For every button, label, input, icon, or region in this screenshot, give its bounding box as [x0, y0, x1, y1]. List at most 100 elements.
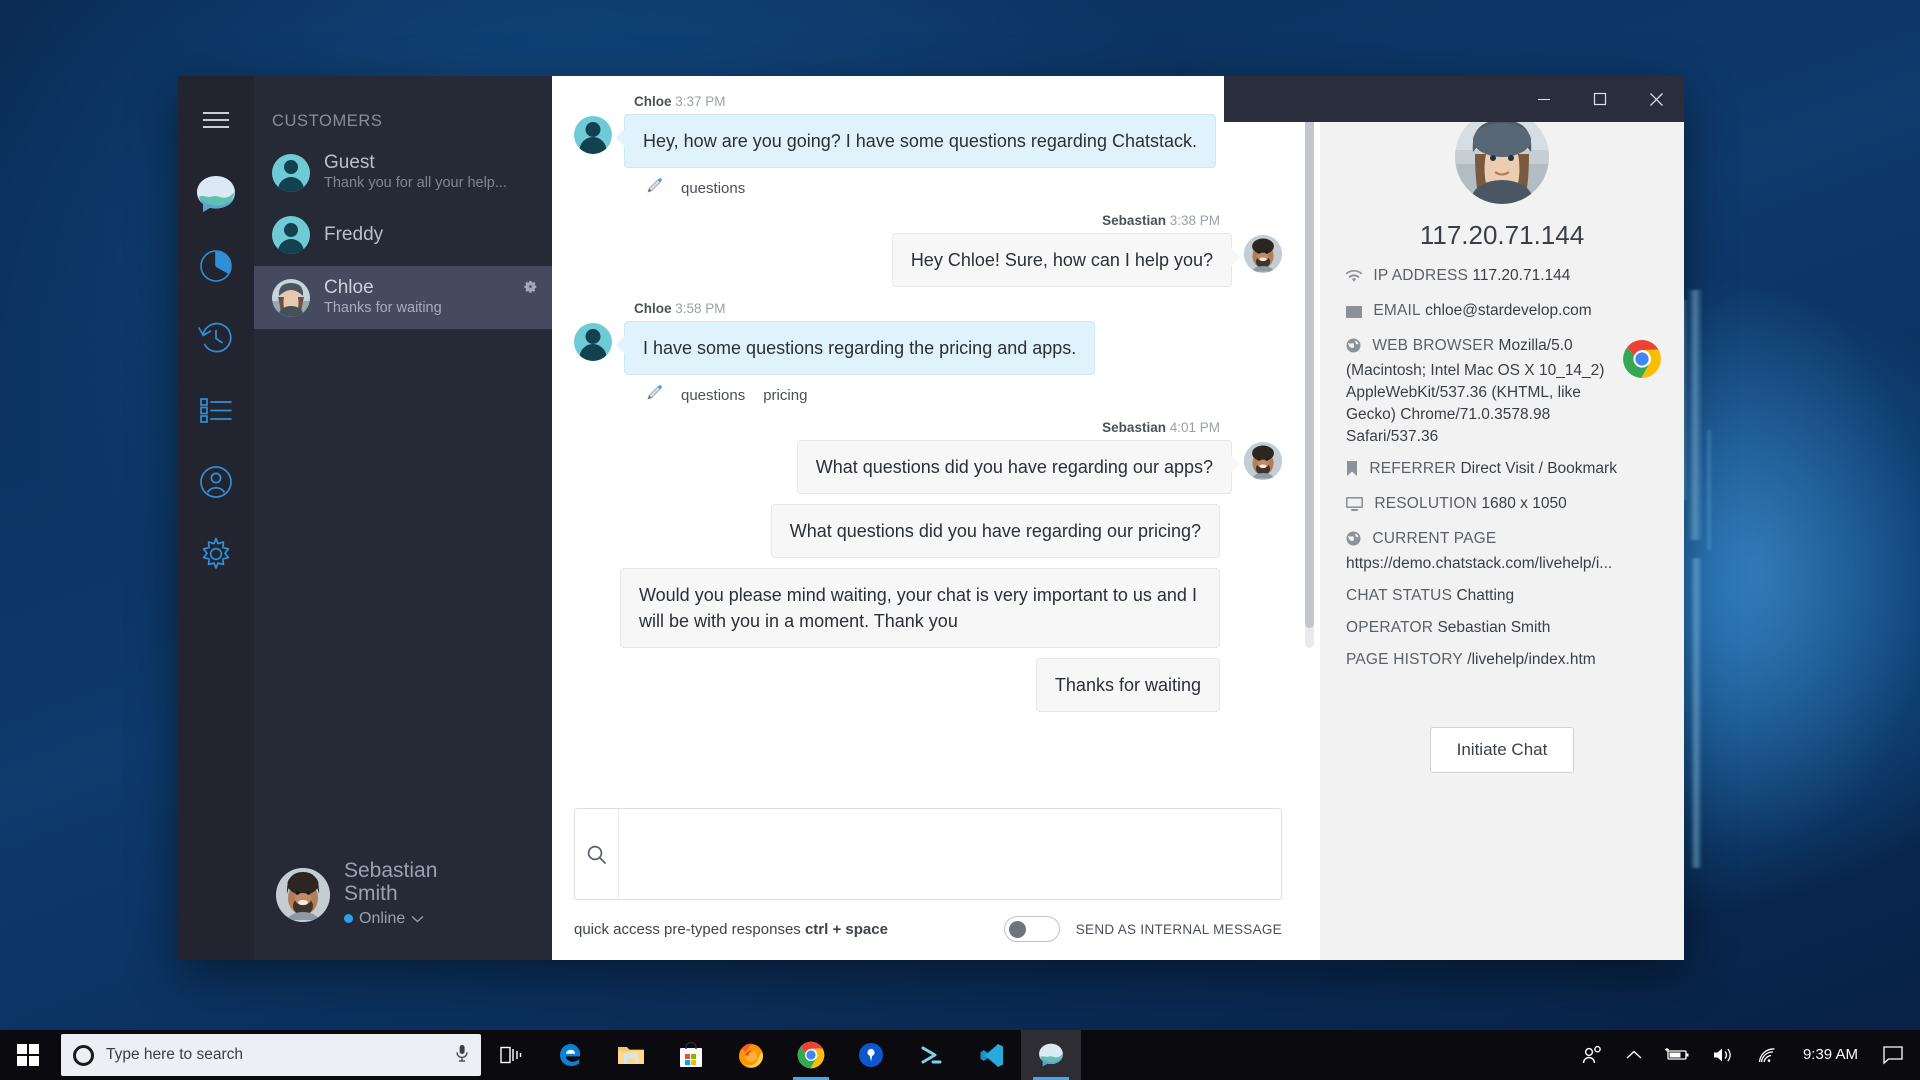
scrollbar-thumb[interactable] — [1305, 88, 1314, 628]
cortana-circle-icon — [73, 1044, 94, 1066]
info-label: CHAT STATUS — [1346, 587, 1453, 604]
info-value: 117.20.71.144 — [1472, 267, 1571, 284]
action-center-icon[interactable] — [1872, 1030, 1914, 1080]
microphone-icon[interactable] — [455, 1044, 469, 1067]
maximize-button[interactable] — [1572, 76, 1628, 122]
message-time: 3:58 PM — [675, 301, 726, 316]
edge-icon[interactable] — [541, 1030, 601, 1080]
chatstack-icon[interactable] — [1021, 1030, 1081, 1080]
bookmark-icon — [1346, 461, 1358, 483]
battery-charging-icon[interactable] — [1653, 1030, 1701, 1080]
customer-list-item[interactable]: Guest Thank you for all your help... — [254, 141, 552, 204]
info-label: RESOLUTION — [1374, 495, 1478, 512]
navigation-rail — [178, 76, 254, 960]
message-composer[interactable] — [574, 808, 1282, 900]
shortcut-hint: quick access pre-typed responses ctrl + … — [574, 921, 888, 938]
search-input[interactable]: Type here to search — [61, 1034, 481, 1076]
customer-name: Guest — [324, 152, 375, 173]
info-value: Direct Visit / Bookmark — [1460, 460, 1617, 477]
history-clock-icon[interactable] — [186, 308, 246, 368]
operator-status[interactable]: Online — [344, 907, 484, 930]
pie-chart-icon[interactable] — [186, 236, 246, 296]
customer-list-item-chloe[interactable]: Chloe Thanks for waiting — [254, 266, 552, 329]
globe-icon — [1346, 531, 1361, 553]
operator-profile[interactable]: Sebastian Smith Online — [254, 841, 552, 960]
message-sender: Sebastian — [1102, 213, 1166, 228]
gear-icon[interactable] — [523, 279, 538, 299]
message-bubble: Thanks for waiting — [1035, 658, 1220, 712]
info-value: Sebastian Smith — [1437, 619, 1551, 636]
message-list: Chloe 3:37 PM Hey, how are you going? I … — [552, 76, 1320, 808]
pia-vpn-icon[interactable] — [841, 1030, 901, 1080]
close-button[interactable] — [1628, 76, 1684, 122]
message-block: Sebastian 4:01 PM What questions did you… — [574, 420, 1282, 712]
customer-preview: Thanks for waiting — [324, 300, 442, 316]
tag[interactable]: questions — [681, 387, 745, 404]
clock[interactable]: 9:39 AM — [1789, 1046, 1872, 1064]
globe-icon — [1346, 338, 1361, 360]
toggle-knob — [1008, 921, 1026, 938]
message-bubble: What questions did you have regarding ou… — [796, 440, 1241, 494]
gear-icon[interactable] — [186, 524, 246, 584]
chevron-down-icon[interactable] — [411, 907, 424, 930]
message-block: Chloe 3:37 PM Hey, how are you going? I … — [574, 94, 1282, 199]
message-meta: Sebastian 4:01 PM — [574, 420, 1282, 435]
user-circle-icon[interactable] — [186, 452, 246, 512]
message-time: 3:37 PM — [675, 94, 726, 109]
hamburger-menu-icon[interactable] — [186, 90, 246, 150]
task-view-icon[interactable] — [481, 1030, 541, 1080]
info-label: IP ADDRESS — [1373, 267, 1469, 284]
message-bubble: Would you please mind waiting, your chat… — [620, 568, 1220, 648]
firefox-icon[interactable] — [721, 1030, 781, 1080]
wallpaper-streak — [1688, 290, 1702, 540]
powershell-icon[interactable] — [901, 1030, 961, 1080]
search-icon[interactable] — [575, 809, 619, 899]
search-placeholder: Type here to search — [106, 1046, 243, 1063]
window-titlebar — [1224, 76, 1684, 122]
info-row-chat-status: CHAT STATUS Chatting — [1346, 585, 1658, 607]
message-tags: questions pricing — [646, 384, 1282, 406]
initiate-chat-button[interactable]: Initiate Chat — [1429, 727, 1575, 773]
info-value: chloe@stardevelop.com — [1425, 302, 1592, 319]
microsoft-store-icon[interactable] — [661, 1030, 721, 1080]
internal-message-toggle[interactable] — [1003, 916, 1060, 942]
message-block: Chloe 3:58 PM I have some questions rega… — [574, 301, 1282, 406]
message-bubble: I have some questions regarding the pric… — [615, 321, 1096, 375]
message-time: 3:38 PM — [1169, 213, 1220, 228]
file-explorer-icon[interactable] — [601, 1030, 661, 1080]
customer-list-item[interactable]: Freddy — [254, 204, 552, 266]
windows-start-icon[interactable] — [0, 1030, 56, 1080]
chatstack-logo-icon[interactable] — [186, 164, 246, 224]
operator-name: Sebastian Smith — [344, 859, 438, 905]
minimize-button[interactable] — [1516, 76, 1572, 122]
status-dot — [344, 914, 353, 923]
avatar — [1455, 110, 1549, 204]
wallpaper-streak — [1690, 558, 1702, 868]
show-hidden-icons-chevron[interactable] — [1615, 1030, 1653, 1080]
list-icon[interactable] — [186, 380, 246, 440]
info-row-ip-address: IP ADDRESS 117.20.71.144 — [1345, 265, 1658, 290]
chat-column: Chloe 3:37 PM Hey, how are you going? I … — [552, 76, 1320, 960]
people-icon[interactable] — [1571, 1030, 1615, 1080]
info-row-web-browser: WEB BROWSER Mozilla/5.0 (Macintosh; Inte… — [1346, 335, 1661, 448]
vscode-icon[interactable] — [961, 1030, 1021, 1080]
wifi-icon[interactable] — [1745, 1030, 1789, 1080]
pencil-tag-icon — [646, 177, 663, 199]
tag[interactable]: questions — [681, 180, 745, 197]
composer-toolbar: quick access pre-typed responses ctrl + … — [552, 900, 1320, 960]
message-sender: Chloe — [634, 301, 672, 316]
message-block: Sebastian 3:38 PM Hey Chloe! Sure, how c… — [574, 213, 1282, 287]
message-meta: Chloe 3:37 PM — [574, 94, 1282, 109]
message-input[interactable] — [619, 809, 1281, 899]
chrome-icon[interactable] — [781, 1030, 841, 1080]
avatar — [272, 216, 310, 254]
info-label: OPERATOR — [1346, 619, 1434, 636]
message-scrollbar[interactable] — [1305, 88, 1314, 648]
wifi-icon — [1345, 268, 1363, 290]
volume-icon[interactable] — [1701, 1030, 1745, 1080]
info-label: WEB BROWSER — [1372, 337, 1495, 354]
info-row-page-history: PAGE HISTORY /livehelp/index.htm — [1346, 649, 1658, 671]
tag[interactable]: pricing — [763, 387, 807, 404]
message-bubble: Hey, how are you going? I have some ques… — [616, 114, 1216, 168]
clock-time: 9:39 AM — [1802, 1046, 1858, 1063]
